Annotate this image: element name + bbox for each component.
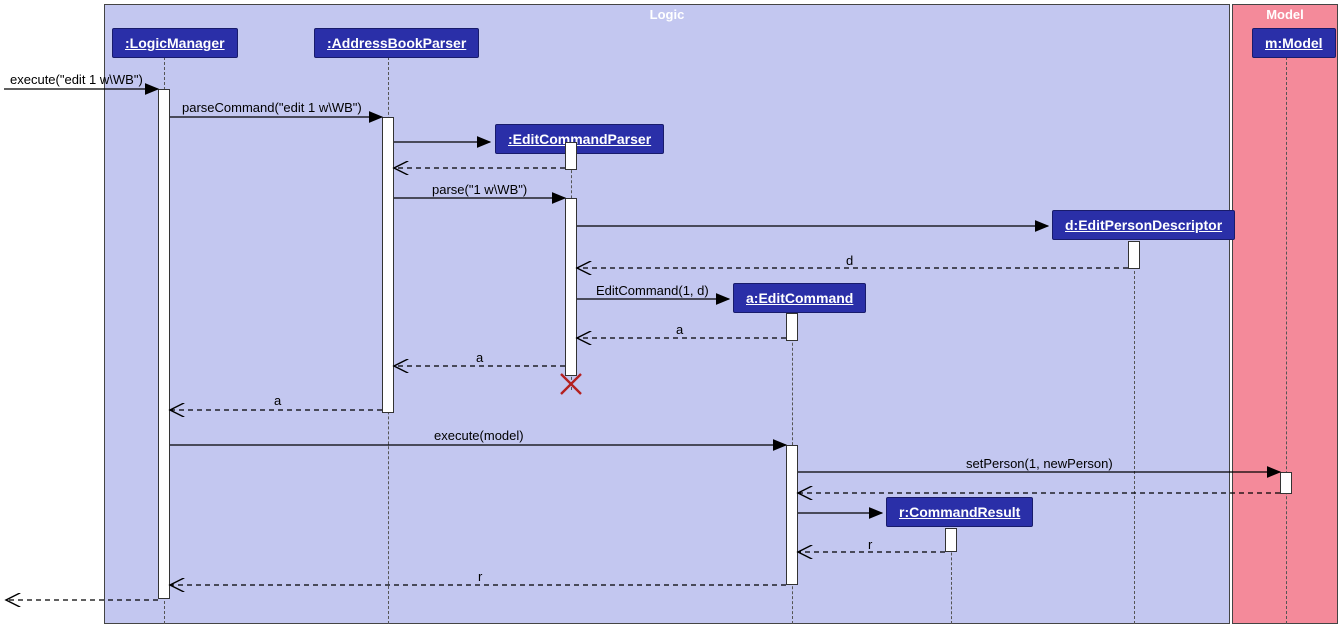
msg-return-d: d	[846, 253, 853, 268]
frame-logic: Logic	[104, 4, 1230, 624]
participant-model: m:Model	[1252, 28, 1336, 58]
frame-model: Model	[1232, 4, 1338, 624]
activation-address-book-parser	[382, 117, 394, 413]
activation-edit-command-1	[786, 313, 798, 341]
msg-return-r2: r	[478, 569, 482, 584]
msg-set-person: setPerson(1, newPerson)	[966, 456, 1113, 471]
msg-edit-command-new: EditCommand(1, d)	[596, 283, 709, 298]
msg-return-a3: a	[274, 393, 281, 408]
participant-logic-manager: :LogicManager	[112, 28, 238, 58]
msg-parse: parse("1 w\WB")	[432, 182, 527, 197]
participant-address-book-parser: :AddressBookParser	[314, 28, 479, 58]
activation-edit-command-parser-2	[565, 198, 577, 376]
participant-edit-command-parser: :EditCommandParser	[495, 124, 664, 154]
activation-edit-command-parser-1	[565, 142, 577, 170]
activation-command-result	[945, 528, 957, 552]
activation-edit-person-descriptor	[1128, 241, 1140, 269]
activation-edit-command-2	[786, 445, 798, 585]
participant-command-result: r:CommandResult	[886, 497, 1033, 527]
msg-execute-model: execute(model)	[434, 428, 524, 443]
msg-return-a1: a	[676, 322, 683, 337]
activation-logic-manager	[158, 89, 170, 599]
msg-execute-edit: execute("edit 1 w\WB")	[10, 72, 143, 87]
msg-return-a2: a	[476, 350, 483, 365]
frame-model-label: Model	[1266, 5, 1304, 22]
participant-edit-person-descriptor: d:EditPersonDescriptor	[1052, 210, 1235, 240]
activation-model	[1280, 472, 1292, 494]
frame-logic-label: Logic	[650, 5, 685, 22]
msg-return-r1: r	[868, 537, 872, 552]
msg-parse-command: parseCommand("edit 1 w\WB")	[182, 100, 362, 115]
lifeline-model	[1286, 57, 1287, 624]
lifeline-edit-person-descriptor	[1134, 241, 1135, 624]
participant-edit-command: a:EditCommand	[733, 283, 866, 313]
